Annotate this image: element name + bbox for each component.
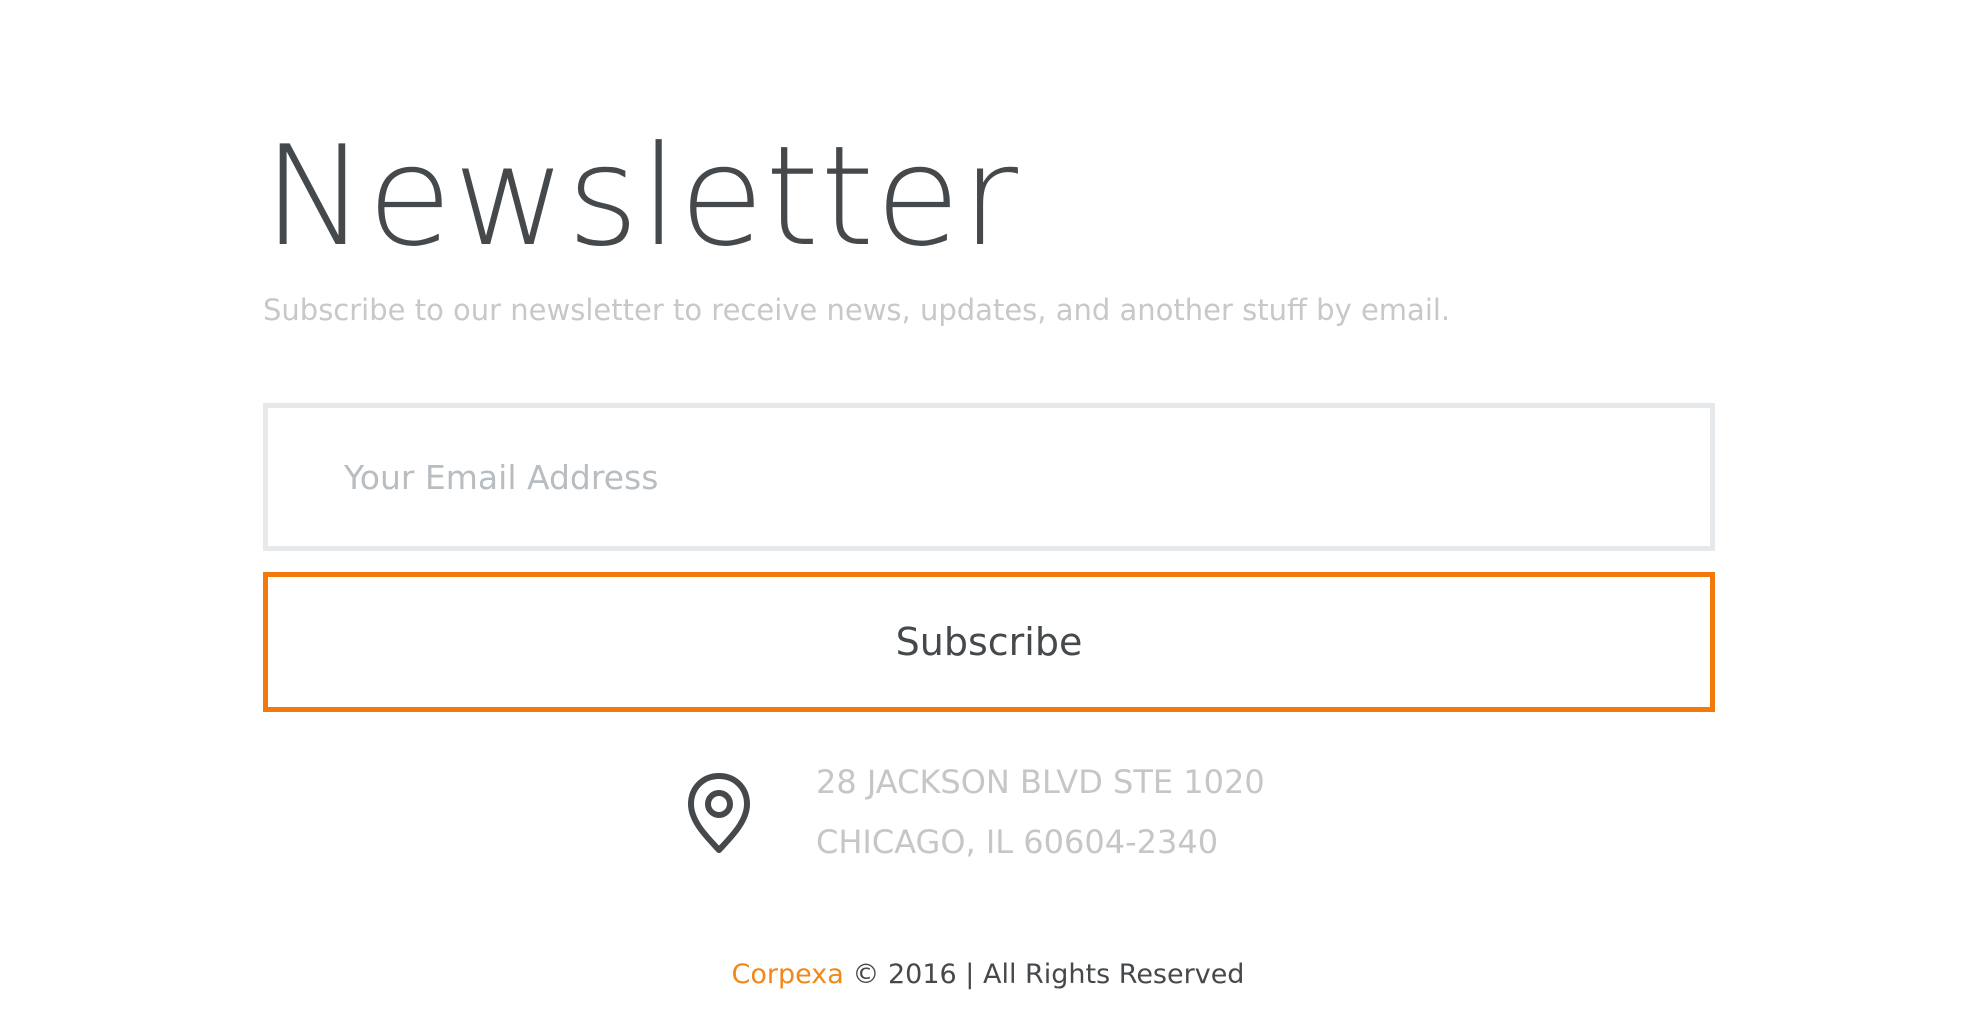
address-block: 28 JACKSON BLVD STE 1020 CHICAGO, IL 606… <box>686 762 1406 872</box>
email-input[interactable] <box>263 403 1715 551</box>
address-line-2: CHICAGO, IL 60604-2340 <box>816 823 1219 861</box>
page-title: Newsletter <box>263 116 1019 277</box>
subscribe-button[interactable]: Subscribe <box>263 572 1715 712</box>
address-line-1: 28 JACKSON BLVD STE 1020 <box>816 763 1265 801</box>
location-pin-icon <box>688 773 750 853</box>
newsletter-subtitle: Subscribe to our newsletter to receive n… <box>263 293 1451 327</box>
brand-name: Corpexa <box>731 959 844 990</box>
copyright-text: © 2016 | All Rights Reserved <box>843 959 1245 990</box>
footer-copyright: Corpexa © 2016 | All Rights Reserved <box>0 957 1976 993</box>
